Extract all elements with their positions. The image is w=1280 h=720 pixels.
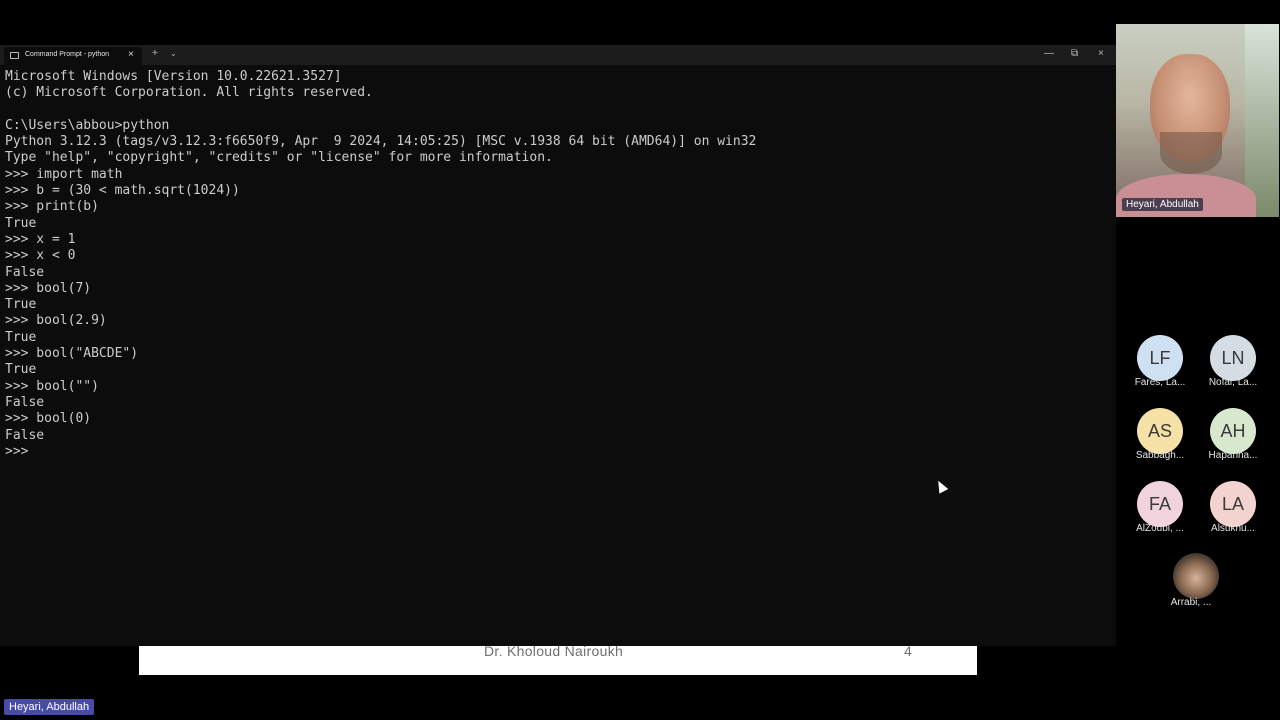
participant-avatar[interactable]: LN (1210, 335, 1256, 381)
participant-name: Sabbagh... (1135, 450, 1185, 461)
console-line: >>> bool("") (5, 378, 99, 394)
command-prompt-window[interactable]: Command Prompt - python × + ⌄ — ⧉ × Micr… (0, 45, 1116, 646)
maximize-button[interactable]: ⧉ (1071, 48, 1078, 59)
local-user-name-tag: Heyari, Abdullah (4, 699, 95, 715)
participant-avatar[interactable]: LF (1137, 335, 1183, 381)
new-tab-button[interactable]: + (152, 48, 158, 59)
participant-name: Alsukhu... (1211, 523, 1255, 534)
console-line: >>> import math (5, 166, 123, 182)
participant-avatar[interactable]: LA (1210, 481, 1256, 527)
tab-close-icon[interactable]: × (128, 49, 134, 60)
participant-avatar[interactable]: AH (1210, 408, 1256, 454)
console-line: True (5, 297, 37, 313)
tab-dropdown-button[interactable]: ⌄ (170, 49, 177, 58)
participant-photo-avatar[interactable] (1173, 553, 1219, 599)
console-line: True (5, 362, 37, 378)
speaker-video-tile[interactable]: Heyari, Abdullah (1116, 24, 1279, 217)
console-line: False (5, 394, 45, 410)
console-line: >>> bool("ABCDE") (5, 346, 139, 362)
console-line: Microsoft Windows [Version 10.0.22621.35… (5, 69, 342, 84)
console-line: >>> bool(2.9) (5, 313, 107, 329)
console-line: False (5, 264, 45, 280)
console-line: >>> x < 0 (5, 248, 76, 264)
speaker-beard (1160, 132, 1222, 174)
console-line: False (5, 427, 45, 443)
window-titlebar[interactable]: Command Prompt - python × + ⌄ — ⧉ × (0, 45, 1116, 65)
participant-name: Fares, La... (1134, 377, 1186, 388)
tab-command-prompt[interactable]: Command Prompt - python × (4, 47, 142, 65)
console-line: Python 3.12.3 (tags/v3.12.3:f6650f9, Apr… (5, 134, 757, 150)
console-line: >>> x = 1 (5, 231, 76, 247)
console-line: >>> print(b) (5, 199, 99, 215)
console-line: >>> (5, 443, 29, 459)
close-window-button[interactable]: × (1098, 48, 1104, 59)
console-line: True (5, 215, 37, 231)
speaker-name-tag: Heyari, Abdullah (1122, 198, 1203, 211)
console-line: Type "help", "copyright", "credits" or "… (5, 150, 553, 166)
console-line: C:\Users\abbou>python (5, 117, 170, 133)
console-line: >>> bool(7) (5, 280, 92, 296)
console-line: >>> bool(0) (5, 411, 92, 427)
participant-name: AlZoubi, ... (1136, 523, 1184, 534)
tab-title: Command Prompt - python (25, 51, 110, 58)
console-line: >>> b = (30 < math.sqrt(1024)) (5, 183, 240, 199)
console-line: (c) Microsoft Corporation. All rights re… (5, 85, 373, 101)
participant-name: Hapanna... (1208, 450, 1258, 461)
console-line: True (5, 329, 37, 345)
terminal-icon (10, 52, 19, 59)
console-output[interactable]: Microsoft Windows [Version 10.0.22621.35… (5, 69, 1105, 460)
participant-avatar[interactable]: FA (1137, 481, 1183, 527)
participant-photo-name: Arrabi, ... (1170, 597, 1212, 608)
minimize-button[interactable]: — (1044, 48, 1054, 59)
participant-name: Nofal, La... (1208, 377, 1258, 388)
participant-avatar[interactable]: AS (1137, 408, 1183, 454)
